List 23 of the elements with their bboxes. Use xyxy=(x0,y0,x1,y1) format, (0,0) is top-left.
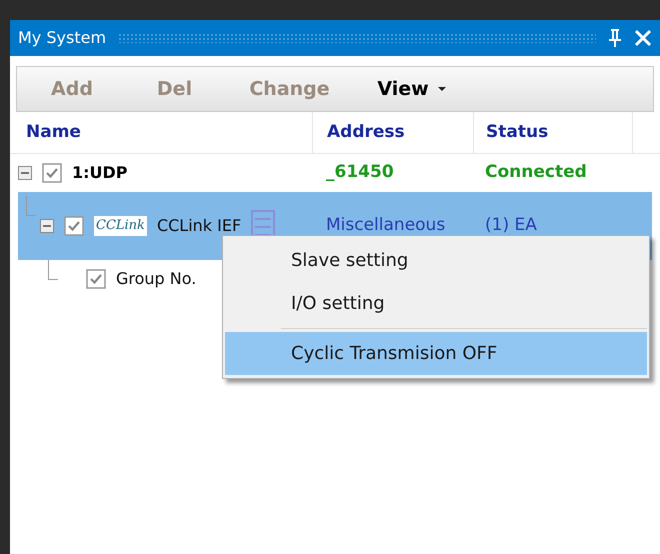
pin-icon[interactable] xyxy=(608,28,622,48)
checkbox[interactable] xyxy=(42,163,62,183)
column-header[interactable]: Name xyxy=(26,120,81,146)
toolbar-button[interactable]: View xyxy=(357,69,467,109)
collapse-icon[interactable] xyxy=(40,219,54,233)
status-cell-text: Connected xyxy=(484,161,587,184)
tree-item-label[interactable]: CCLink IEF xyxy=(156,214,242,238)
menu-item[interactable]: I/O setting xyxy=(225,282,647,325)
column-header[interactable]: Address xyxy=(327,120,405,146)
address-cell-text: Miscellaneous xyxy=(325,214,446,238)
logo: CCLink xyxy=(94,216,147,236)
close-icon[interactable] xyxy=(634,29,652,47)
tree-item-label[interactable]: Group No. xyxy=(116,267,196,291)
collapse-icon[interactable] xyxy=(18,166,32,180)
window-title: My System xyxy=(18,27,106,49)
checkbox[interactable] xyxy=(86,269,106,289)
menu-item[interactable]: Cyclic Transmision OFF xyxy=(225,332,647,375)
tree-item-label[interactable]: 1:UDP xyxy=(72,161,128,185)
checkbox[interactable] xyxy=(64,216,84,236)
status-cell-text: (1) EA xyxy=(484,214,537,238)
address-cell-text: _61450 xyxy=(325,161,395,184)
column-header[interactable]: Status xyxy=(486,120,548,146)
caret-icon xyxy=(436,86,447,92)
